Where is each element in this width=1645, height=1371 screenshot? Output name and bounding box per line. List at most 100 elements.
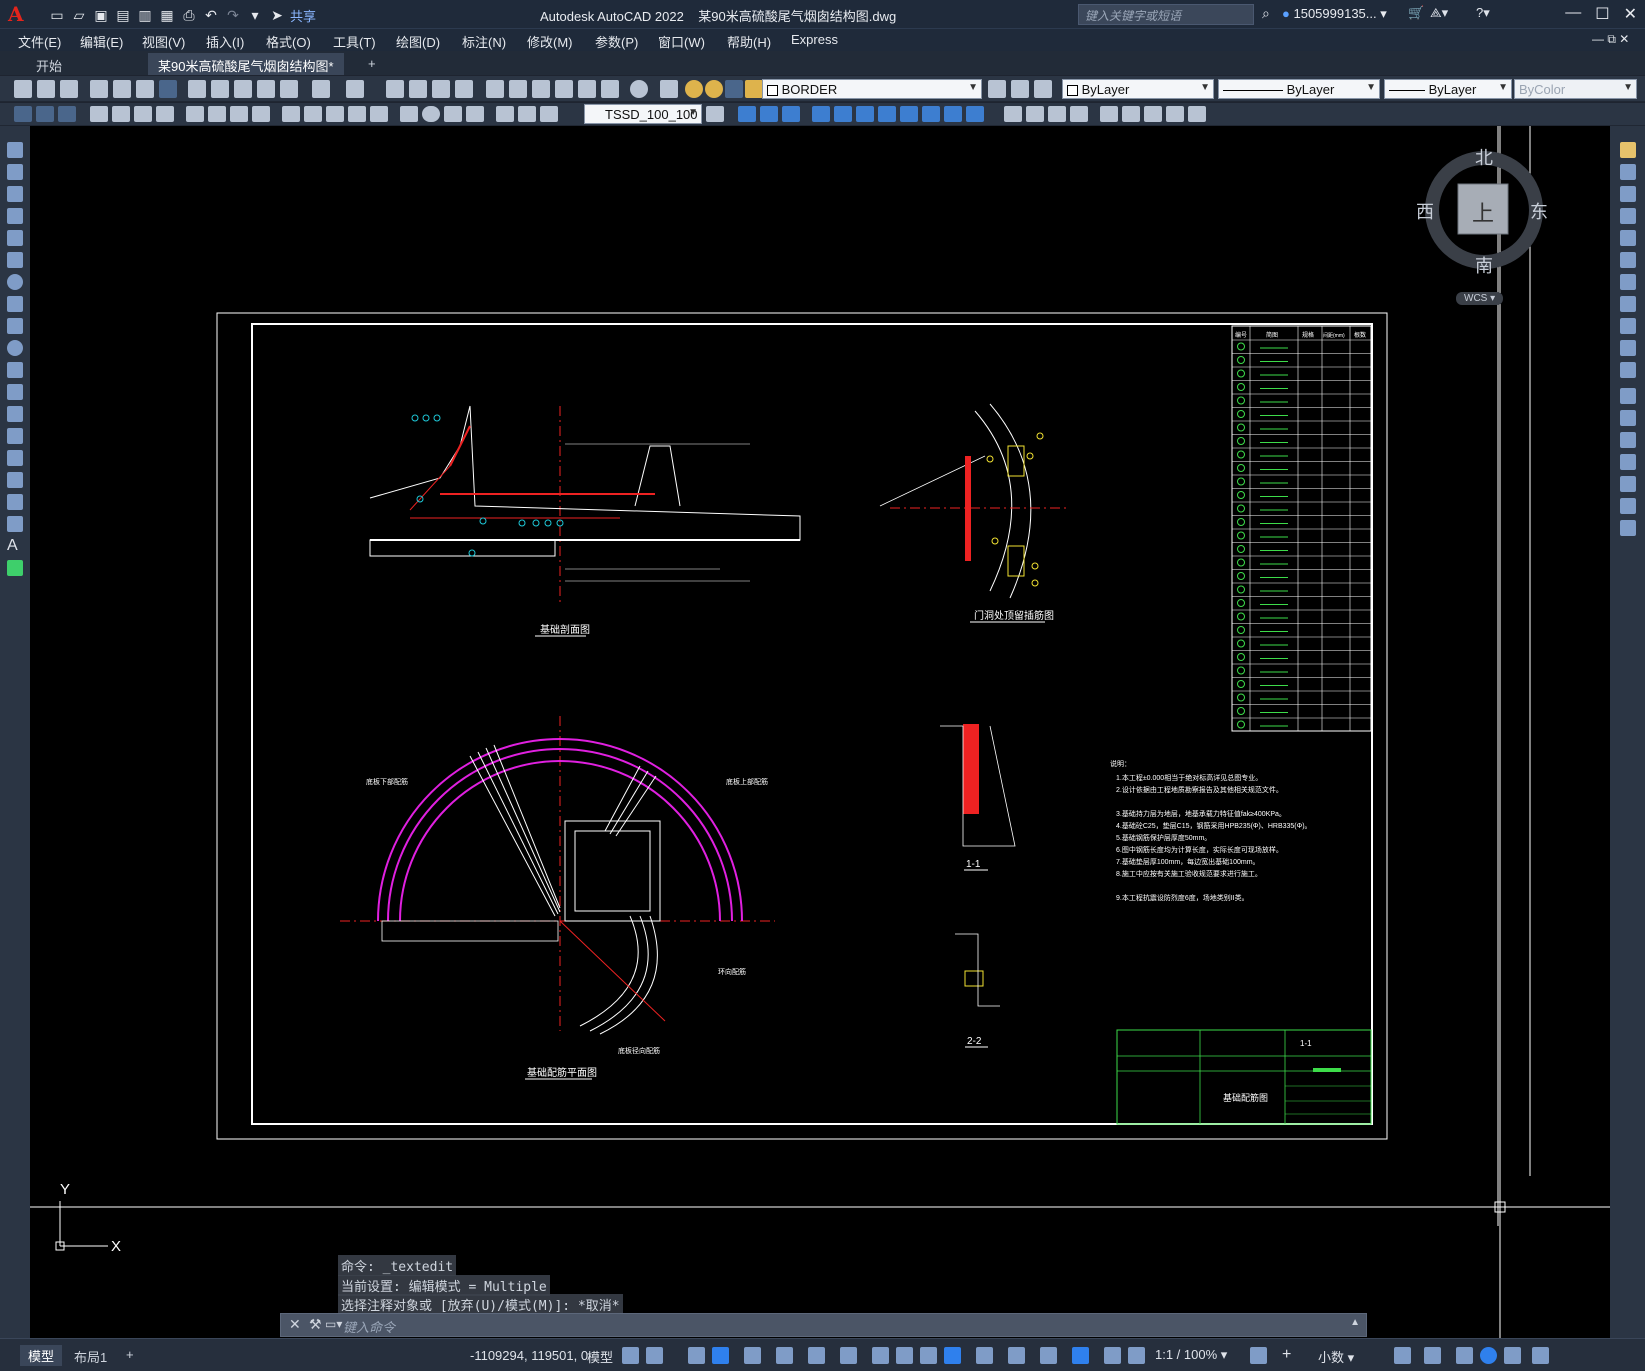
command-input[interactable]: 键入命令 bbox=[343, 1317, 395, 1336]
redo-icon[interactable] bbox=[346, 80, 364, 98]
gizmo-icon[interactable] bbox=[1040, 1347, 1057, 1364]
spline-icon[interactable] bbox=[7, 318, 23, 334]
jogged-linear-icon[interactable] bbox=[466, 106, 484, 122]
autodesk-account-icon[interactable]: ⟁▾ bbox=[1430, 5, 1448, 21]
undo-icon[interactable] bbox=[312, 80, 330, 98]
insert-block-icon[interactable] bbox=[7, 384, 23, 400]
break-at-point-icon[interactable] bbox=[1620, 388, 1636, 404]
layer-viewport-icon[interactable] bbox=[725, 80, 743, 98]
dimstyle-dropdown[interactable]: TSSD_100_100 ▼ bbox=[584, 104, 702, 124]
ordinate-dim-icon[interactable] bbox=[156, 106, 174, 122]
table-icon[interactable] bbox=[7, 516, 23, 532]
publish-icon[interactable] bbox=[136, 80, 154, 98]
quickcalc-icon[interactable] bbox=[601, 80, 619, 98]
plot-preview-icon[interactable] bbox=[113, 80, 131, 98]
aligned-dim-icon[interactable] bbox=[112, 106, 130, 122]
make-current-layer-icon[interactable] bbox=[988, 80, 1006, 98]
wcs-menu[interactable]: WCS ▾ bbox=[1456, 292, 1504, 305]
menu-file[interactable]: 文件(E) bbox=[18, 32, 61, 51]
3d-mirror-icon[interactable] bbox=[966, 106, 984, 122]
tolerance-icon[interactable] bbox=[400, 106, 418, 122]
plot-icon[interactable]: ⎙ bbox=[180, 6, 198, 24]
menu-express[interactable]: Express bbox=[791, 32, 838, 47]
fillet-icon[interactable] bbox=[1620, 476, 1636, 492]
explode-icon[interactable] bbox=[1620, 520, 1636, 536]
new-icon[interactable] bbox=[14, 80, 32, 98]
isodraft-icon[interactable] bbox=[776, 1347, 793, 1364]
user-account[interactable]: ● 1505999135... ▾ bbox=[1282, 6, 1387, 22]
recent-commands-icon[interactable]: ▭▾ bbox=[325, 1317, 342, 1331]
polar-tracking-icon[interactable] bbox=[744, 1347, 761, 1364]
circle-icon[interactable] bbox=[7, 274, 23, 290]
match-properties-icon[interactable] bbox=[257, 80, 275, 98]
arc-icon[interactable] bbox=[7, 252, 23, 268]
trim-icon[interactable] bbox=[1620, 340, 1636, 356]
doc-window-controls[interactable]: — ⧉ ✕ bbox=[1592, 32, 1629, 47]
center-mark-icon[interactable] bbox=[422, 106, 440, 122]
coordinates-readout[interactable]: -1109294, 119501, 0 bbox=[470, 1348, 588, 1363]
menu-view[interactable]: 视图(V) bbox=[142, 32, 185, 51]
isolate-objects-icon[interactable] bbox=[1456, 1347, 1473, 1364]
selection-filter-icon[interactable] bbox=[1008, 1347, 1025, 1364]
stretch-icon[interactable] bbox=[1620, 318, 1636, 334]
auto-scale-icon[interactable] bbox=[1104, 1347, 1121, 1364]
diameter-dim-icon[interactable] bbox=[230, 106, 248, 122]
units-dropdown[interactable]: 小数 ▾ bbox=[1318, 1347, 1354, 1366]
join-icon[interactable] bbox=[1620, 432, 1636, 448]
mirror-icon[interactable] bbox=[1620, 186, 1636, 202]
close-icon[interactable]: ✕ bbox=[1624, 4, 1637, 24]
ellipse-arc-icon[interactable] bbox=[7, 362, 23, 378]
blend-curves-icon[interactable] bbox=[1620, 498, 1636, 514]
new-icon[interactable]: ▭ bbox=[48, 6, 66, 24]
quick-dim-icon[interactable] bbox=[282, 106, 300, 122]
grid-icon[interactable] bbox=[622, 1347, 639, 1364]
undo-icon[interactable]: ↶ bbox=[202, 6, 220, 24]
line-icon[interactable] bbox=[7, 142, 23, 158]
customization-menu-icon[interactable] bbox=[1532, 1347, 1549, 1364]
dim-break-icon[interactable] bbox=[370, 106, 388, 122]
adjust-icon[interactable] bbox=[1166, 106, 1184, 122]
layer-on-icon[interactable] bbox=[685, 80, 703, 98]
open-web-icon[interactable]: ▦ bbox=[158, 6, 176, 24]
arc-dim-icon[interactable] bbox=[134, 106, 152, 122]
layers-icon[interactable] bbox=[58, 106, 76, 122]
redo-icon[interactable]: ↷ bbox=[224, 6, 242, 24]
object-snap-tracking-icon[interactable] bbox=[808, 1347, 825, 1364]
menu-insert[interactable]: 插入(I) bbox=[206, 32, 244, 51]
point-icon[interactable] bbox=[7, 428, 23, 444]
polygon-icon[interactable] bbox=[7, 208, 23, 224]
rectangle-icon[interactable] bbox=[7, 230, 23, 246]
share-icon[interactable]: ➤ bbox=[268, 6, 286, 24]
plot-icon[interactable] bbox=[90, 80, 108, 98]
polyline-icon[interactable] bbox=[7, 186, 23, 202]
add-selected-icon[interactable] bbox=[7, 560, 23, 576]
dim-text-edit-icon[interactable] bbox=[518, 106, 536, 122]
chamfer-icon[interactable] bbox=[1620, 454, 1636, 470]
3d-osnap-icon[interactable] bbox=[944, 1347, 961, 1364]
viewcube-west[interactable]: 西 bbox=[1416, 198, 1434, 224]
annotation-monitor-icon[interactable]: + bbox=[1282, 1347, 1299, 1364]
revision-cloud-icon[interactable] bbox=[7, 296, 23, 312]
share-button[interactable]: 共享 bbox=[290, 6, 316, 25]
linetype-dropdown[interactable]: ByLayer ▼ bbox=[1218, 79, 1380, 99]
block-editor-icon[interactable] bbox=[280, 80, 298, 98]
dim-space-icon[interactable] bbox=[348, 106, 366, 122]
move-icon[interactable] bbox=[1620, 252, 1636, 268]
transparency-icon[interactable] bbox=[896, 1347, 913, 1364]
dim-update-icon[interactable] bbox=[540, 106, 558, 122]
viewcube-east[interactable]: 东 bbox=[1530, 198, 1548, 224]
menu-modify[interactable]: 修改(M) bbox=[527, 32, 573, 51]
linear-dim-icon[interactable] bbox=[90, 106, 108, 122]
autocad-logo-icon[interactable]: A bbox=[8, 3, 28, 25]
annotation-scale-dropdown[interactable]: 1:1 / 100% ▾ bbox=[1155, 1347, 1227, 1363]
selection-cycling-icon[interactable] bbox=[920, 1347, 937, 1364]
3d-rotate-icon[interactable] bbox=[922, 106, 940, 122]
model-space-toggle[interactable]: 模型 bbox=[587, 1347, 613, 1366]
annotation-scale-icon[interactable] bbox=[1128, 1347, 1145, 1364]
search-icon[interactable]: ⌕ bbox=[1262, 5, 1270, 22]
save-icon[interactable] bbox=[60, 80, 78, 98]
construction-line-icon[interactable] bbox=[7, 164, 23, 180]
inspection-icon[interactable] bbox=[444, 106, 462, 122]
continue-dim-icon[interactable] bbox=[326, 106, 344, 122]
viewcube-top-face[interactable]: 上 bbox=[1472, 196, 1494, 228]
